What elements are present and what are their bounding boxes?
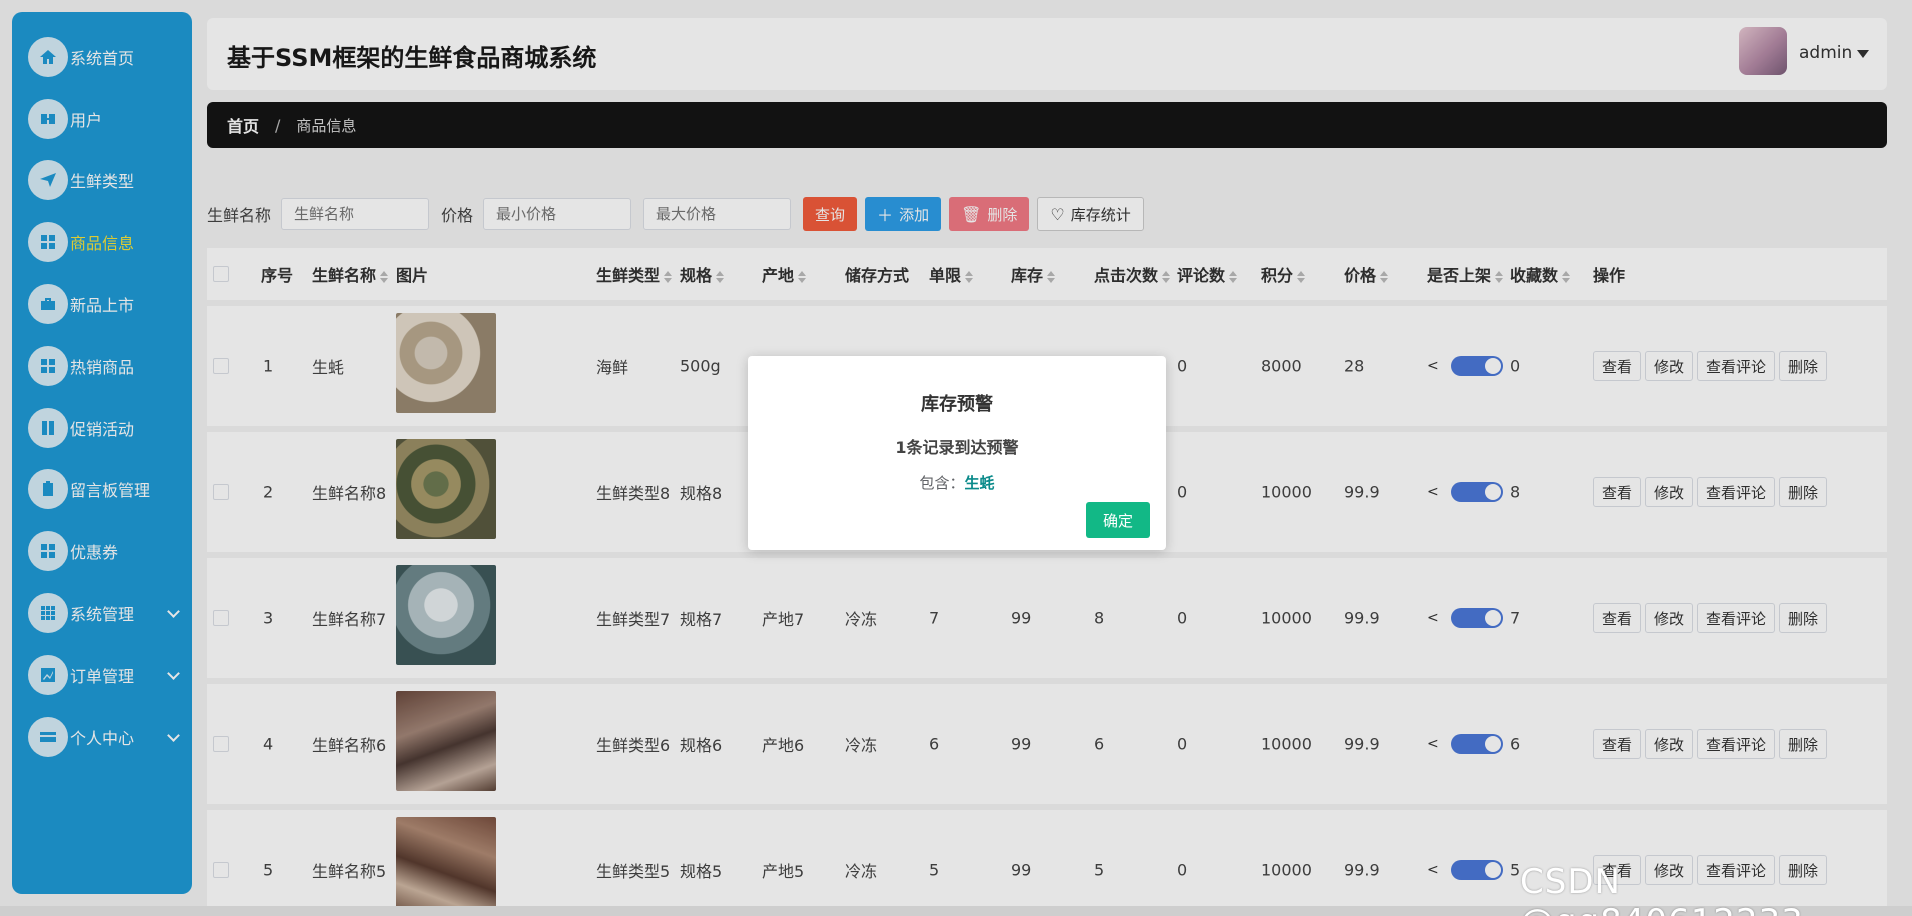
stock-warning-dialog: 库存预警 1条记录到达预警 包含：生蚝 确定: [748, 356, 1166, 550]
confirm-button[interactable]: 确定: [1086, 502, 1150, 538]
dialog-contains: 包含：生蚝: [748, 472, 1166, 493]
dialog-message: 1条记录到达预警: [895, 438, 1019, 457]
dialog-title: 库存预警: [921, 394, 993, 415]
watermark: CSDN @qq840612233: [1520, 862, 1803, 916]
dialog-contains-item: 生蚝: [964, 474, 995, 492]
dialog-contains-label: 包含：: [919, 474, 965, 492]
